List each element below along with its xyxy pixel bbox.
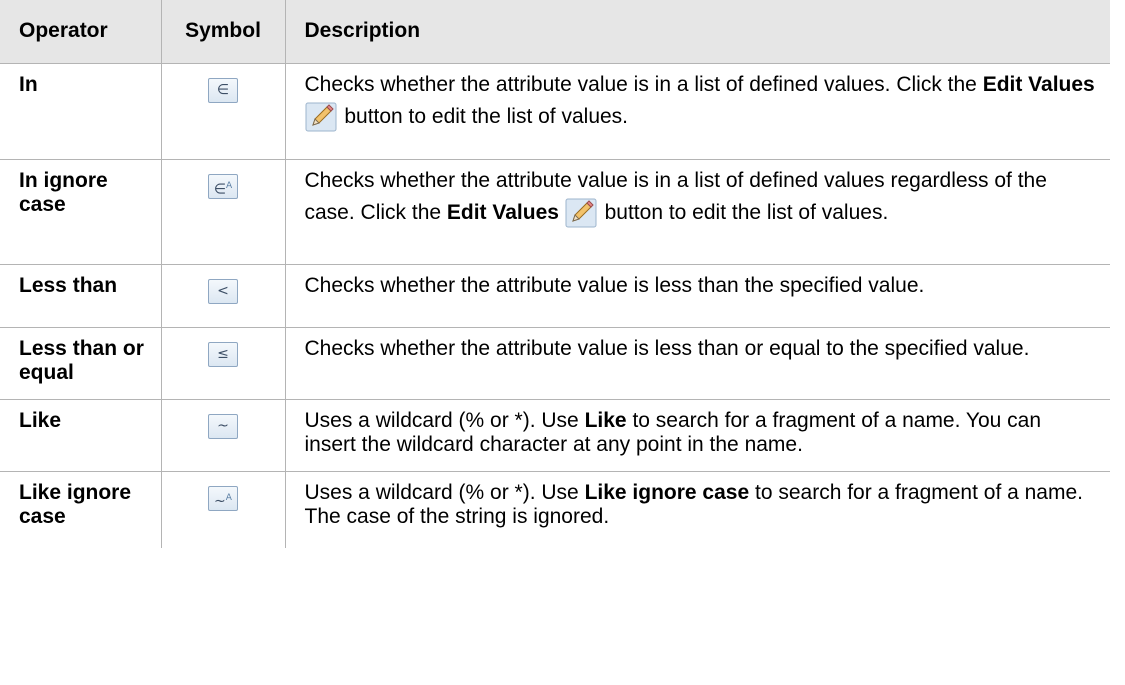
table-row: Like ~ Uses a wildcard (% or *). Use Lik…: [0, 398, 1110, 472]
operator-name: In ignore case: [0, 158, 162, 265]
operator-name: Like ignore case: [0, 470, 162, 548]
tilde-icon[interactable]: ~: [208, 413, 238, 439]
header-description: Description: [284, 0, 1110, 64]
symbol-glyph: <: [217, 282, 229, 299]
operator-description: Checks whether the attribute value is le…: [284, 326, 1110, 400]
table-row: Less than < Checks whether the attribute…: [0, 263, 1110, 328]
symbol-cell: ~A: [160, 470, 286, 548]
description-text: Uses a wildcard (% or *). Use: [304, 408, 585, 432]
symbol-glyph: ≤: [217, 345, 229, 362]
header-row: Operator Symbol Description: [0, 0, 1110, 64]
case-glyph: A: [225, 492, 232, 503]
symbol-cell: ~: [160, 398, 286, 472]
operator-description: Uses a wildcard (% or *). Use Like ignor…: [284, 470, 1110, 548]
less-than-icon[interactable]: <: [208, 278, 238, 304]
symbol-cell: <: [160, 263, 286, 328]
operator-name: Less than or equal: [0, 326, 162, 400]
like-ignore-case-label: Like ignore case: [584, 480, 750, 504]
description-text: Checks whether the attribute value is in…: [304, 72, 983, 96]
edit-values-pencil-icon: [305, 101, 339, 133]
description-text: button to edit the list of values.: [338, 104, 629, 128]
operator-description: Checks whether the attribute value is le…: [284, 263, 1110, 328]
edit-values-label: Edit Values: [982, 72, 1095, 96]
table-row: In ∈ Checks whether the attribute value …: [0, 62, 1110, 160]
tilde-ignore-case-icon[interactable]: ~A: [208, 485, 238, 511]
operator-name: Less than: [0, 263, 162, 328]
table-row: In ignore case ∈A Checks whether the att…: [0, 158, 1110, 265]
table-row: Like ignore case ~A Uses a wildcard (% o…: [0, 470, 1110, 548]
operator-name: In: [0, 62, 162, 160]
header-operator: Operator: [0, 0, 162, 64]
operator-name: Like: [0, 398, 162, 472]
element-of-icon[interactable]: ∈: [208, 77, 238, 103]
symbol-glyph: ∈: [213, 181, 227, 198]
case-glyph: A: [226, 180, 233, 191]
less-than-or-equal-icon[interactable]: ≤: [208, 341, 238, 367]
description-text: Uses a wildcard (% or *). Use: [304, 480, 585, 504]
symbol-glyph: ∈: [216, 81, 230, 98]
symbol-cell: ≤: [160, 326, 286, 400]
description-text: button to edit the list of values.: [598, 200, 889, 224]
like-label: Like: [584, 408, 627, 432]
operators-table: Operator Symbol Description In ∈ Checks …: [0, 0, 1110, 548]
edit-values-pencil-icon: [565, 197, 599, 229]
symbol-cell: ∈A: [160, 158, 286, 265]
operator-description: Checks whether the attribute value is in…: [284, 158, 1110, 265]
symbol-cell: ∈: [160, 62, 286, 160]
operator-description: Checks whether the attribute value is in…: [284, 62, 1110, 160]
edit-values-label: Edit Values: [446, 200, 559, 224]
table-row: Less than or equal ≤ Checks whether the …: [0, 326, 1110, 400]
symbol-glyph: ~: [214, 493, 226, 510]
header-symbol: Symbol: [160, 0, 286, 64]
symbol-glyph: ~: [217, 417, 229, 434]
element-of-ignore-case-icon[interactable]: ∈A: [208, 173, 238, 199]
operator-description: Uses a wildcard (% or *). Use Like to se…: [284, 398, 1110, 472]
